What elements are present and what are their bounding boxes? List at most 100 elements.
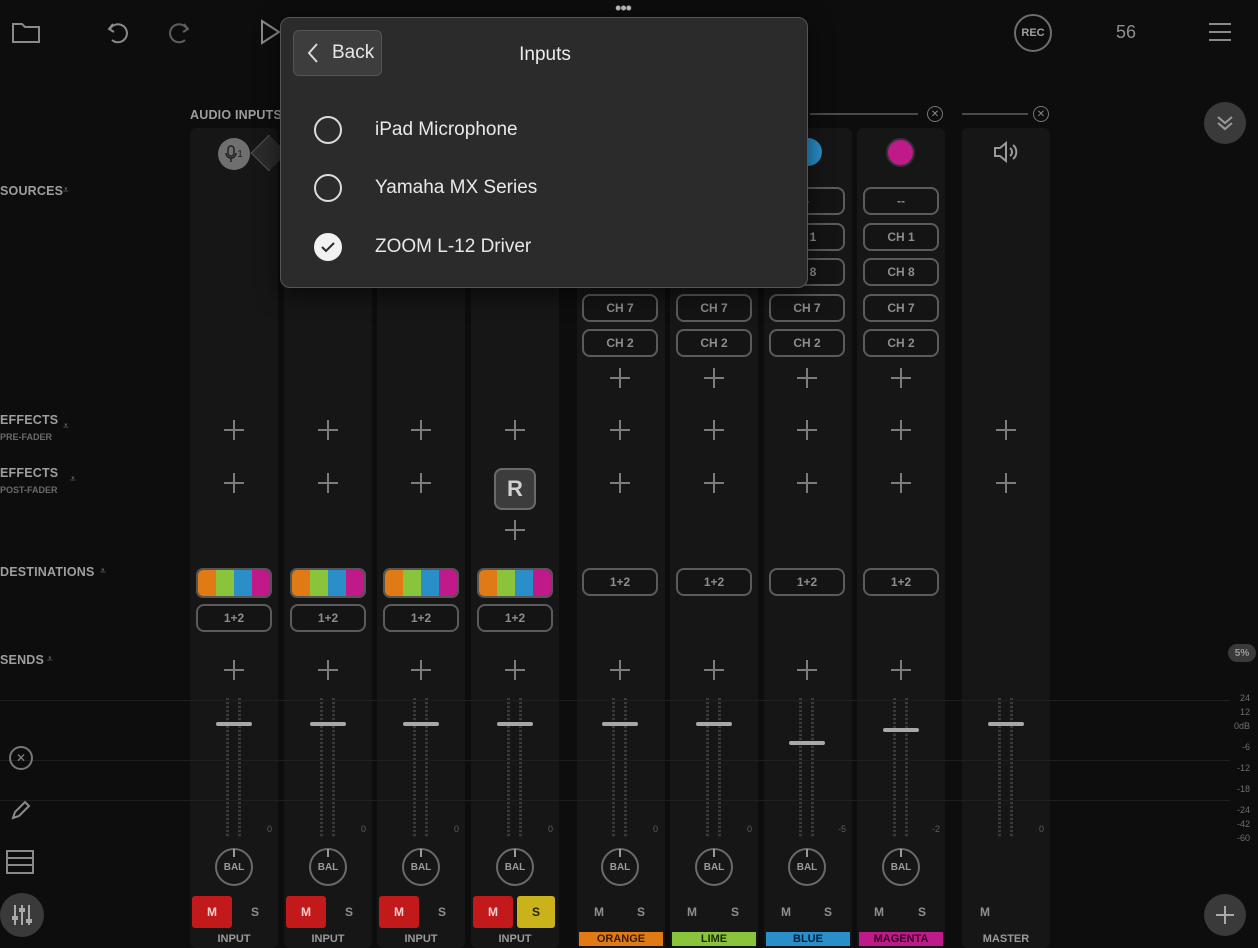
add-post-effect-icon[interactable] bbox=[995, 472, 1017, 494]
destinations-label[interactable]: DESTINATIONS bbox=[0, 565, 95, 579]
collapse-chevron-icon[interactable]: ⩡ bbox=[70, 475, 80, 485]
add-send-icon[interactable] bbox=[504, 659, 526, 681]
play-icon[interactable] bbox=[258, 18, 282, 46]
destination-pill[interactable]: 1+2 bbox=[769, 568, 845, 596]
source-pill[interactable]: CH 2 bbox=[769, 329, 845, 357]
folder-icon[interactable] bbox=[10, 18, 42, 46]
balance-knob[interactable]: BAL bbox=[601, 848, 639, 886]
destination-color-group[interactable] bbox=[290, 568, 366, 598]
source-pill[interactable]: CH 7 bbox=[769, 294, 845, 322]
mute-button[interactable]: M bbox=[767, 896, 805, 928]
solo-button[interactable]: S bbox=[809, 896, 847, 928]
balance-knob[interactable]: BAL bbox=[215, 848, 253, 886]
source-pill[interactable]: -- bbox=[863, 187, 939, 215]
effects-pre-label[interactable]: EFFECTS bbox=[0, 413, 58, 427]
add-pre-effect-icon[interactable] bbox=[995, 419, 1017, 441]
add-post-effect-icon[interactable] bbox=[410, 472, 432, 494]
input-option-ipad-microphone[interactable]: iPad Microphone bbox=[301, 108, 791, 152]
add-post-effect-icon[interactable] bbox=[223, 472, 245, 494]
zoom-badge[interactable]: 5% bbox=[1228, 644, 1256, 662]
pencil-icon[interactable] bbox=[6, 796, 36, 824]
mixer-sliders-icon[interactable] bbox=[0, 893, 44, 937]
mute-button[interactable]: M bbox=[860, 896, 898, 928]
add-send-icon[interactable] bbox=[609, 659, 631, 681]
add-post-effect-icon[interactable] bbox=[890, 472, 912, 494]
solo-button[interactable]: S bbox=[236, 896, 274, 928]
add-source-icon[interactable] bbox=[609, 367, 631, 389]
add-post-effect-icon[interactable] bbox=[796, 472, 818, 494]
add-source-icon[interactable] bbox=[703, 367, 725, 389]
add-pre-effect-icon[interactable] bbox=[796, 419, 818, 441]
destination-pill[interactable]: 1+2 bbox=[290, 604, 366, 632]
destination-color-group[interactable] bbox=[477, 568, 553, 598]
undo-icon[interactable] bbox=[104, 17, 134, 47]
destination-pill[interactable]: 1+2 bbox=[196, 604, 272, 632]
volume-fader[interactable] bbox=[495, 698, 535, 838]
add-pre-effect-icon[interactable] bbox=[890, 419, 912, 441]
unlink-icon[interactable]: ✕ bbox=[927, 106, 943, 122]
add-post-effect-icon[interactable] bbox=[317, 472, 339, 494]
record-button[interactable]: REC bbox=[1014, 14, 1052, 52]
solo-button[interactable]: S bbox=[716, 896, 754, 928]
balance-knob[interactable]: BAL bbox=[788, 848, 826, 886]
source-pill[interactable]: CH 7 bbox=[863, 294, 939, 322]
list-view-icon[interactable] bbox=[4, 848, 36, 876]
add-send-icon[interactable] bbox=[890, 659, 912, 681]
volume-fader[interactable] bbox=[986, 698, 1026, 838]
source-pill[interactable]: CH 2 bbox=[676, 329, 752, 357]
add-pre-effect-icon[interactable] bbox=[703, 419, 725, 441]
destination-pill[interactable]: 1+2 bbox=[582, 568, 658, 596]
balance-knob[interactable]: BAL bbox=[496, 848, 534, 886]
mute-button[interactable]: M bbox=[192, 896, 232, 928]
collapse-chevron-icon[interactable]: ⩡ bbox=[47, 655, 57, 665]
redo-icon[interactable] bbox=[163, 17, 193, 47]
add-post-effect-icon[interactable] bbox=[504, 519, 526, 541]
destination-color-group[interactable] bbox=[383, 568, 459, 598]
add-post-effect-icon[interactable] bbox=[703, 472, 725, 494]
volume-fader[interactable] bbox=[401, 698, 441, 838]
destination-pill[interactable]: 1+2 bbox=[863, 568, 939, 596]
speaker-icon[interactable] bbox=[992, 139, 1020, 165]
add-pre-effect-icon[interactable] bbox=[410, 419, 432, 441]
source-pill[interactable]: CH 8 bbox=[863, 258, 939, 286]
add-source-icon[interactable] bbox=[890, 367, 912, 389]
volume-fader[interactable] bbox=[214, 698, 254, 838]
input-option-yamaha-mx[interactable]: Yamaha MX Series bbox=[301, 166, 791, 210]
add-send-icon[interactable] bbox=[317, 659, 339, 681]
volume-fader[interactable] bbox=[600, 698, 640, 838]
solo-button[interactable]: S bbox=[517, 896, 555, 928]
reverb-plugin-icon[interactable]: R bbox=[494, 468, 536, 510]
add-send-icon[interactable] bbox=[796, 659, 818, 681]
bus-color-magenta-icon[interactable] bbox=[886, 138, 915, 167]
volume-fader[interactable] bbox=[881, 698, 921, 838]
mute-button[interactable]: M bbox=[580, 896, 618, 928]
mute-button[interactable]: M bbox=[379, 896, 419, 928]
mute-button[interactable]: M bbox=[473, 896, 513, 928]
balance-knob[interactable]: BAL bbox=[309, 848, 347, 886]
sends-label[interactable]: SENDS bbox=[0, 653, 44, 667]
solo-button[interactable]: S bbox=[622, 896, 660, 928]
mute-button[interactable]: M bbox=[286, 896, 326, 928]
balance-knob[interactable]: BAL bbox=[402, 848, 440, 886]
add-pre-effect-icon[interactable] bbox=[609, 419, 631, 441]
source-pill[interactable]: CH 7 bbox=[582, 294, 658, 322]
clear-icon[interactable]: ✕ bbox=[9, 746, 33, 770]
add-send-icon[interactable] bbox=[223, 659, 245, 681]
microphone-input-icon[interactable]: 1 bbox=[218, 138, 250, 170]
collapse-chevron-icon[interactable]: ⩡ bbox=[63, 422, 73, 432]
add-pre-effect-icon[interactable] bbox=[317, 419, 339, 441]
add-source-icon[interactable] bbox=[796, 367, 818, 389]
add-send-icon[interactable] bbox=[703, 659, 725, 681]
balance-knob[interactable]: BAL bbox=[882, 848, 920, 886]
menu-icon[interactable] bbox=[1205, 18, 1235, 46]
balance-knob[interactable]: BAL bbox=[695, 848, 733, 886]
destination-pill[interactable]: 1+2 bbox=[676, 568, 752, 596]
destination-color-group[interactable] bbox=[196, 568, 272, 598]
add-send-icon[interactable] bbox=[410, 659, 432, 681]
collapse-chevron-icon[interactable]: ⩡ bbox=[100, 567, 110, 577]
volume-fader[interactable] bbox=[694, 698, 734, 838]
destination-pill[interactable]: 1+2 bbox=[383, 604, 459, 632]
volume-fader[interactable] bbox=[308, 698, 348, 838]
source-pill[interactable]: CH 7 bbox=[676, 294, 752, 322]
add-post-effect-icon[interactable] bbox=[609, 472, 631, 494]
